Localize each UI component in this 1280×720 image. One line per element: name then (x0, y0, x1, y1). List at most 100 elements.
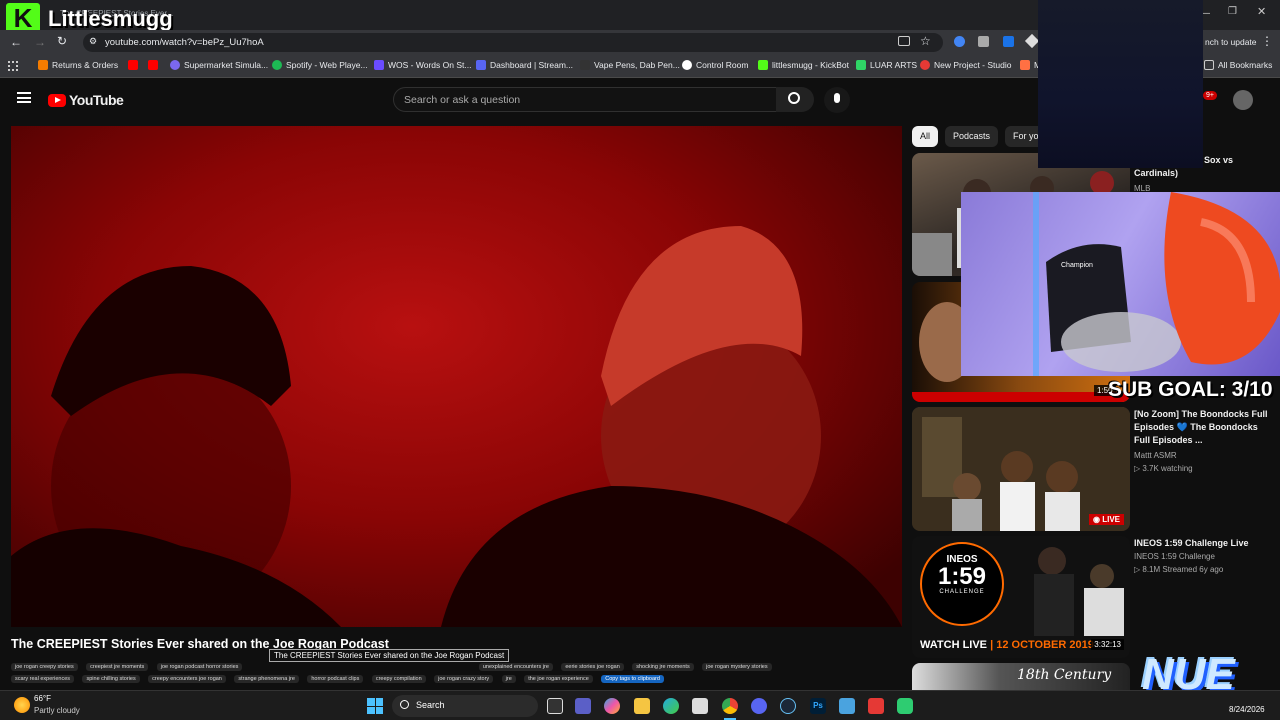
search-icon (788, 92, 800, 104)
clock-date[interactable]: 8/24/2026 (1229, 705, 1265, 714)
chip-podcasts[interactable]: Podcasts (945, 126, 999, 147)
webcam-scene (1033, 192, 1280, 376)
tag-chip[interactable]: spine chilling stories (82, 675, 140, 683)
url-text: youtube.com/watch?v=bePz_Uu7hoA (105, 37, 264, 48)
streamer-logo-icon: K (6, 3, 40, 33)
sub-goal-text: SUB GOAL: 3/10 (1108, 378, 1273, 401)
tag-chip[interactable]: horror podcast clips (307, 675, 364, 683)
taskbar-search[interactable]: Search (392, 695, 538, 717)
app-icon[interactable] (897, 698, 913, 714)
bookmark-item[interactable] (128, 60, 138, 70)
youtube-logo[interactable]: YouTube (48, 92, 124, 108)
close-window-icon[interactable]: ✕ (1257, 5, 1266, 18)
bookmark-item[interactable]: Spotify - Web Playe... (272, 60, 368, 70)
bookmark-item[interactable] (148, 60, 158, 70)
teams-icon[interactable] (575, 698, 591, 714)
edge-icon[interactable] (663, 698, 679, 714)
search-icon (400, 700, 409, 709)
steam-icon[interactable] (780, 698, 796, 714)
ineos-logo: INEOS 1:59 CHALLENGE (920, 542, 1004, 626)
video-player[interactable] (11, 126, 902, 627)
voice-search-button[interactable] (824, 87, 850, 113)
youtube-header: YouTube Search or ask a question (0, 79, 1040, 121)
star-icon[interactable]: ☆ (920, 34, 931, 48)
webcam-chair-label: Champion (1061, 262, 1093, 269)
thumbnail-caption: 18th Century (1017, 667, 1112, 683)
bookmark-item[interactable]: Dashboard | Stream... (476, 60, 573, 70)
extension-icon[interactable] (954, 36, 965, 47)
sidebar-channel[interactable]: INEOS 1:59 Challenge (1134, 552, 1215, 561)
windows-taskbar: 66°F Partly cloudy Search Ps 8/24/2026 (0, 690, 1280, 720)
task-view-icon[interactable] (547, 698, 563, 714)
extension-icon[interactable] (1024, 33, 1040, 49)
live-icon: ◉ (1093, 515, 1103, 524)
install-icon[interactable] (898, 36, 910, 46)
extension-icon[interactable] (1003, 36, 1014, 47)
bookmark-item[interactable]: littlesmugg - KickBot (758, 60, 849, 70)
all-bookmarks[interactable]: All Bookmarks (1204, 60, 1272, 70)
site-info-icon[interactable]: ⚙ (89, 36, 97, 47)
tag-chip[interactable]: jre (501, 675, 516, 683)
store-icon[interactable] (692, 698, 708, 714)
avatar[interactable] (1233, 90, 1253, 110)
tag-chip[interactable]: creepy encounters joe rogan (148, 675, 226, 683)
youtube-logo-text: YouTube (69, 92, 124, 108)
video-thumbnail[interactable]: INEOS 1:59 CHALLENGE WATCH LIVE | 12 OCT… (912, 536, 1130, 658)
weather-temp[interactable]: 66°F (34, 694, 51, 703)
cartoon-scene (912, 407, 1130, 531)
reload-icon[interactable]: ↻ (57, 34, 67, 48)
app-icon[interactable] (868, 698, 884, 714)
back-icon[interactable]: ← (10, 35, 22, 49)
sidebar-channel[interactable]: Mattt ASMR (1134, 451, 1177, 460)
extension-icon[interactable] (978, 36, 989, 47)
bookmark-item[interactable]: Returns & Orders (38, 60, 118, 70)
bookmark-item[interactable]: New Project - Studio (920, 60, 1011, 70)
overlay-dark-panel (1038, 0, 1203, 168)
youtube-play-icon (48, 93, 66, 107)
chip-all[interactable]: All (912, 126, 939, 147)
video-thumbnail[interactable]: 18th Century (912, 663, 1130, 690)
copilot-icon[interactable] (604, 698, 620, 714)
streamer-name: Littlesmugg (48, 6, 173, 31)
menu-kebab-icon[interactable]: ⋮ (1261, 34, 1273, 48)
bookmark-item[interactable]: WOS - Words On St... (374, 60, 471, 70)
sidebar-video-title[interactable]: [No Zoom] The Boondocks Full Episodes 💙 … (1134, 408, 1274, 447)
weather-desc[interactable]: Partly cloudy (34, 706, 80, 715)
bookmark-item[interactable]: Supermarket Simula... (170, 60, 268, 70)
watch-live-label: WATCH LIVE | 12 OCTOBER 2019 (920, 639, 1094, 651)
discord-icon[interactable] (751, 698, 767, 714)
microphone-icon (834, 93, 840, 103)
url-field[interactable]: ⚙ youtube.com/watch?v=bePz_Uu7hoA (83, 33, 943, 52)
bookmark-item[interactable]: LUAR ARTS (856, 60, 917, 70)
notepad-icon[interactable] (839, 698, 855, 714)
chrome-icon[interactable] (722, 698, 738, 714)
weather-icon[interactable] (14, 697, 30, 713)
tags-row: scary real experiences spine chilling st… (11, 667, 901, 685)
tag-chip[interactable]: scary real experiences (11, 675, 75, 683)
copy-tags-button[interactable]: Copy tags to clipboard (601, 675, 664, 683)
tag-chip[interactable]: the joe rogan experience (524, 675, 593, 683)
search-input[interactable]: Search or ask a question (393, 87, 783, 112)
apps-grid-icon[interactable] (8, 61, 18, 71)
search-button[interactable] (776, 87, 814, 112)
file-explorer-icon[interactable] (634, 698, 650, 714)
notification-badge[interactable]: 9+ (1203, 91, 1217, 100)
tag-chip[interactable]: joe rogan crazy story (434, 675, 494, 683)
video-thumbnail[interactable]: ◉ LIVE (912, 407, 1130, 531)
restore-icon[interactable]: ❐ (1228, 6, 1237, 17)
sidebar-video-title[interactable]: INEOS 1:59 Challenge Live (1134, 537, 1274, 550)
duration-badge: 3:32:13 (1091, 639, 1124, 650)
photoshop-icon[interactable]: Ps (810, 698, 826, 714)
bookmark-item[interactable]: Control Room (682, 60, 748, 70)
relaunch-button[interactable]: nch to update (1205, 37, 1257, 47)
bookmark-item[interactable]: Vape Pens, Dab Pen... (580, 60, 680, 70)
tag-chip[interactable]: strange phenomena jre (234, 675, 299, 683)
runners-scene (1034, 547, 1124, 636)
hamburger-menu-icon[interactable] (17, 92, 31, 103)
webcam-overlay: Champion (961, 192, 1280, 376)
live-badge: ◉ LIVE (1089, 514, 1124, 525)
tag-chip[interactable]: creepy compilation (371, 675, 426, 683)
start-button[interactable] (367, 698, 383, 714)
video-frame (11, 226, 902, 627)
forward-icon[interactable]: → (34, 35, 46, 49)
